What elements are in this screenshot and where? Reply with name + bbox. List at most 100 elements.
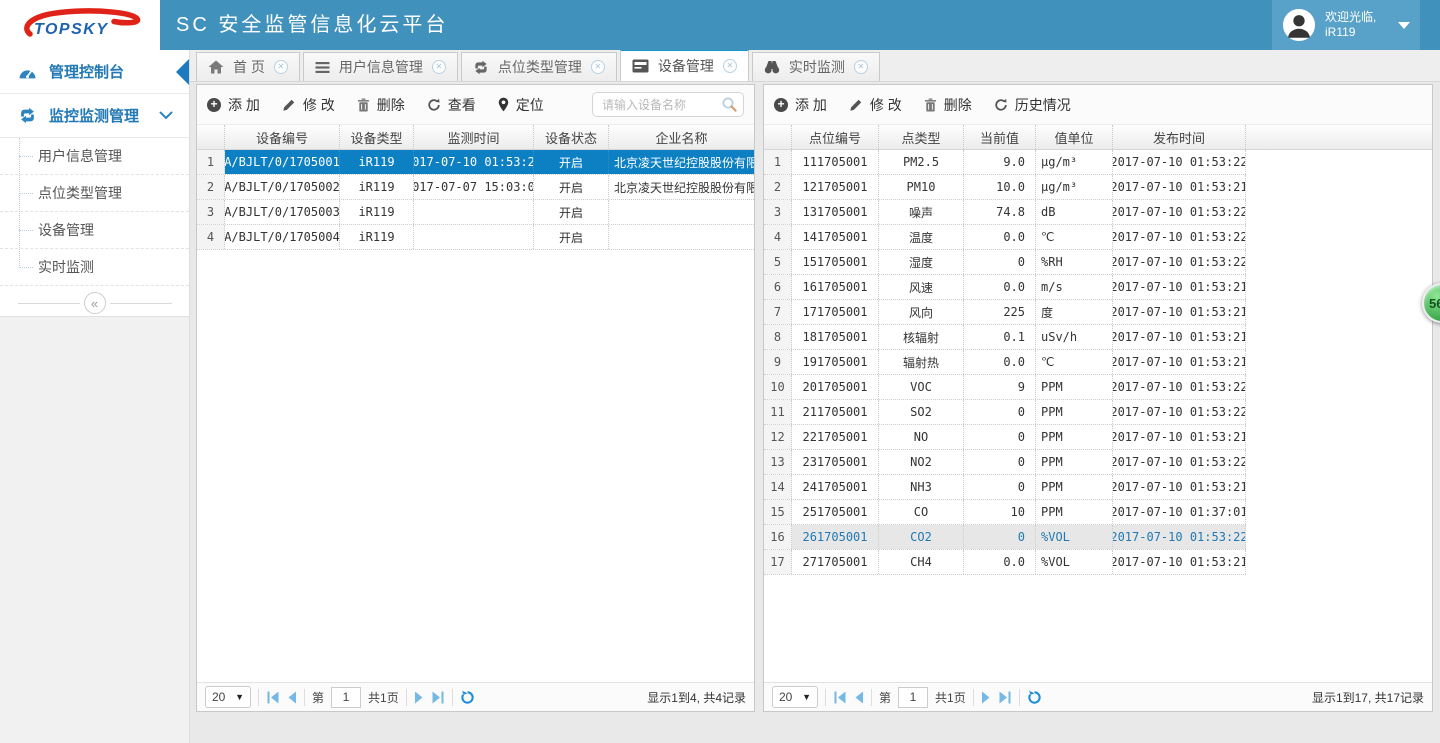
points-table-row[interactable]: 17 271705001 CH4 0.0 %VOL 2017-07-10 01:… — [764, 550, 1246, 575]
points-table-row[interactable]: 12 221705001 NO 0 PPM 2017-07-10 01:53:2… — [764, 425, 1246, 450]
sidebar-subitem[interactable]: 设备管理 — [0, 212, 189, 249]
sidebar-item-console[interactable]: 管理控制台 — [0, 50, 189, 94]
points-table-row[interactable]: 9 191705001 辐射热 0.0 ℃ 2017-07-10 01:53:2… — [764, 350, 1246, 375]
cell-publish-time: 2017-07-10 01:53:21 — [1113, 300, 1246, 324]
first-page-button[interactable] — [266, 691, 280, 704]
add-button[interactable]: + 添 加 — [207, 95, 260, 115]
cell-point-id: 221705001 — [792, 425, 879, 449]
page-number-input[interactable] — [898, 687, 928, 708]
tab-user-info-mgmt[interactable]: 用户信息管理 ✕ — [303, 52, 458, 81]
row-number: 9 — [764, 350, 792, 374]
row-number: 1 — [764, 150, 792, 174]
cell-publish-time: 2017-07-10 01:53:22 — [1113, 375, 1246, 399]
cell-value-unit: ℃ — [1036, 225, 1113, 249]
dashboard-gauge-icon — [18, 64, 37, 80]
cell-monitor-time: 2017-07-10 01:53:22 — [414, 150, 534, 174]
cell-point-type: CO2 — [879, 525, 964, 549]
points-table-row[interactable]: 16 261705001 CO2 0 %VOL 2017-07-10 01:53… — [764, 525, 1246, 550]
tab-home[interactable]: 首 页 ✕ — [196, 52, 300, 81]
chevron-down-icon[interactable] — [159, 111, 173, 120]
close-icon[interactable]: ✕ — [274, 60, 288, 74]
sidebar-subitem[interactable]: 用户信息管理 — [0, 138, 189, 175]
points-table-row[interactable]: 7 171705001 风向 225 度 2017-07-10 01:53:21 — [764, 300, 1246, 325]
header-publish-time: 发布时间 — [1113, 125, 1246, 149]
points-table-row[interactable]: 6 161705001 风速 0.0 m/s 2017-07-10 01:53:… — [764, 275, 1246, 300]
points-table-row[interactable]: 1 111705001 PM2.5 9.0 μg/m³ 2017-07-10 0… — [764, 150, 1246, 175]
edit-button[interactable]: 修 改 — [849, 95, 902, 115]
delete-button[interactable]: 删除 — [357, 95, 405, 115]
page-number-input[interactable] — [331, 687, 361, 708]
device-table-row[interactable]: 1 A/BJLT/0/1705001 iR119 2017-07-10 01:5… — [197, 150, 754, 175]
points-table-row[interactable]: 3 131705001 噪声 74.8 dB 2017-07-10 01:53:… — [764, 200, 1246, 225]
sidebar-collapse-button[interactable]: « — [84, 292, 106, 314]
view-label: 查看 — [448, 95, 476, 115]
cell-value-unit: uSv/h — [1036, 325, 1113, 349]
cell-publish-time: 2017-07-10 01:53:21 — [1113, 275, 1246, 299]
close-icon[interactable]: ✕ — [723, 59, 737, 73]
page-size-select[interactable]: 20 ▼ — [205, 686, 251, 708]
cell-point-id: 121705001 — [792, 175, 879, 199]
page-suffix: 共1页 — [368, 689, 399, 706]
close-icon[interactable]: ✕ — [432, 60, 446, 74]
sidebar-subitem[interactable]: 实时监测 — [0, 249, 189, 286]
device-table-row[interactable]: 2 A/BJLT/0/1705002 iR119 2017-07-07 15:0… — [197, 175, 754, 200]
points-table-row[interactable]: 10 201705001 VOC 9 PPM 2017-07-10 01:53:… — [764, 375, 1246, 400]
next-page-button[interactable] — [981, 691, 991, 704]
cell-point-id: 151705001 — [792, 250, 879, 274]
cell-current-value: 0 — [964, 475, 1036, 499]
view-button[interactable]: 查看 — [427, 95, 476, 115]
cell-current-value: 0 — [964, 425, 1036, 449]
add-button[interactable]: + 添 加 — [774, 95, 827, 115]
cell-device-code: A/BJLT/0/1705002 — [225, 175, 340, 199]
points-table-row[interactable]: 15 251705001 CO 10 PPM 2017-07-10 01:37:… — [764, 500, 1246, 525]
device-table-row[interactable]: 3 A/BJLT/0/1705003 iR119 开启 — [197, 200, 754, 225]
history-button[interactable]: 历史情况 — [994, 95, 1071, 115]
cell-value-unit: dB — [1036, 200, 1113, 224]
points-table-row[interactable]: 5 151705001 湿度 0 %RH 2017-07-10 01:53:22 — [764, 250, 1246, 275]
cell-monitor-time: 2017-07-07 15:03:05 — [414, 175, 534, 199]
prev-page-button[interactable] — [854, 691, 864, 704]
points-table-row[interactable]: 4 141705001 温度 0.0 ℃ 2017-07-10 01:53:22 — [764, 225, 1246, 250]
page-size-select[interactable]: 20 ▼ — [772, 686, 818, 708]
close-icon[interactable]: ✕ — [591, 60, 605, 74]
header-device-type: 设备类型 — [340, 125, 414, 149]
points-table-row[interactable]: 11 211705001 SO2 0 PPM 2017-07-10 01:53:… — [764, 400, 1246, 425]
locate-label: 定位 — [516, 95, 544, 115]
first-page-button[interactable] — [833, 691, 847, 704]
add-label: 添 加 — [795, 95, 827, 115]
reload-button[interactable] — [1027, 690, 1042, 705]
close-icon[interactable]: ✕ — [854, 60, 868, 74]
next-page-button[interactable] — [414, 691, 424, 704]
search-icon[interactable] — [721, 96, 738, 113]
prev-page-button[interactable] — [287, 691, 297, 704]
locate-button[interactable]: 定位 — [498, 95, 544, 115]
add-icon: + — [207, 98, 221, 112]
cell-device-type: iR119 — [340, 150, 414, 174]
points-table-row[interactable]: 8 181705001 核辐射 0.1 uSv/h 2017-07-10 01:… — [764, 325, 1246, 350]
sidebar-item-monitor-mgmt[interactable]: 监控监测管理 — [0, 94, 189, 138]
edit-label: 修 改 — [870, 95, 902, 115]
last-page-button[interactable] — [998, 691, 1012, 704]
points-table-row[interactable]: 14 241705001 NH3 0 PPM 2017-07-10 01:53:… — [764, 475, 1246, 500]
edit-button[interactable]: 修 改 — [282, 95, 335, 115]
add-label: 添 加 — [228, 95, 260, 115]
user-menu[interactable]: 欢迎光临, iR119 — [1272, 0, 1420, 50]
tab-device-mgmt[interactable]: 设备管理 ✕ — [620, 49, 749, 81]
points-table-row[interactable]: 13 231705001 NO2 0 PPM 2017-07-10 01:53:… — [764, 450, 1246, 475]
tab-realtime-monitor[interactable]: 实时监测 ✕ — [752, 52, 880, 81]
caret-down-icon[interactable] — [1398, 22, 1410, 29]
device-table-row[interactable]: 4 A/BJLT/0/1705004 iR119 开启 — [197, 225, 754, 250]
tab-point-type-mgmt[interactable]: 点位类型管理 ✕ — [461, 52, 617, 81]
cell-point-id: 141705001 — [792, 225, 879, 249]
main-content: 首 页 ✕ 用户信息管理 ✕ 点位类型管理 ✕ 设备管理 ✕ — [190, 50, 1440, 743]
points-table-row[interactable]: 2 121705001 PM10 10.0 μg/m³ 2017-07-10 0… — [764, 175, 1246, 200]
delete-button[interactable]: 删除 — [924, 95, 972, 115]
refresh-icon — [427, 98, 441, 112]
cell-publish-time: 2017-07-10 01:53:21 — [1113, 175, 1246, 199]
sidebar-subitem[interactable]: 点位类型管理 — [0, 175, 189, 212]
cell-point-type: 核辐射 — [879, 325, 964, 349]
cell-point-type: 噪声 — [879, 200, 964, 224]
last-page-button[interactable] — [431, 691, 445, 704]
cell-company-name — [609, 225, 754, 249]
reload-button[interactable] — [460, 690, 475, 705]
